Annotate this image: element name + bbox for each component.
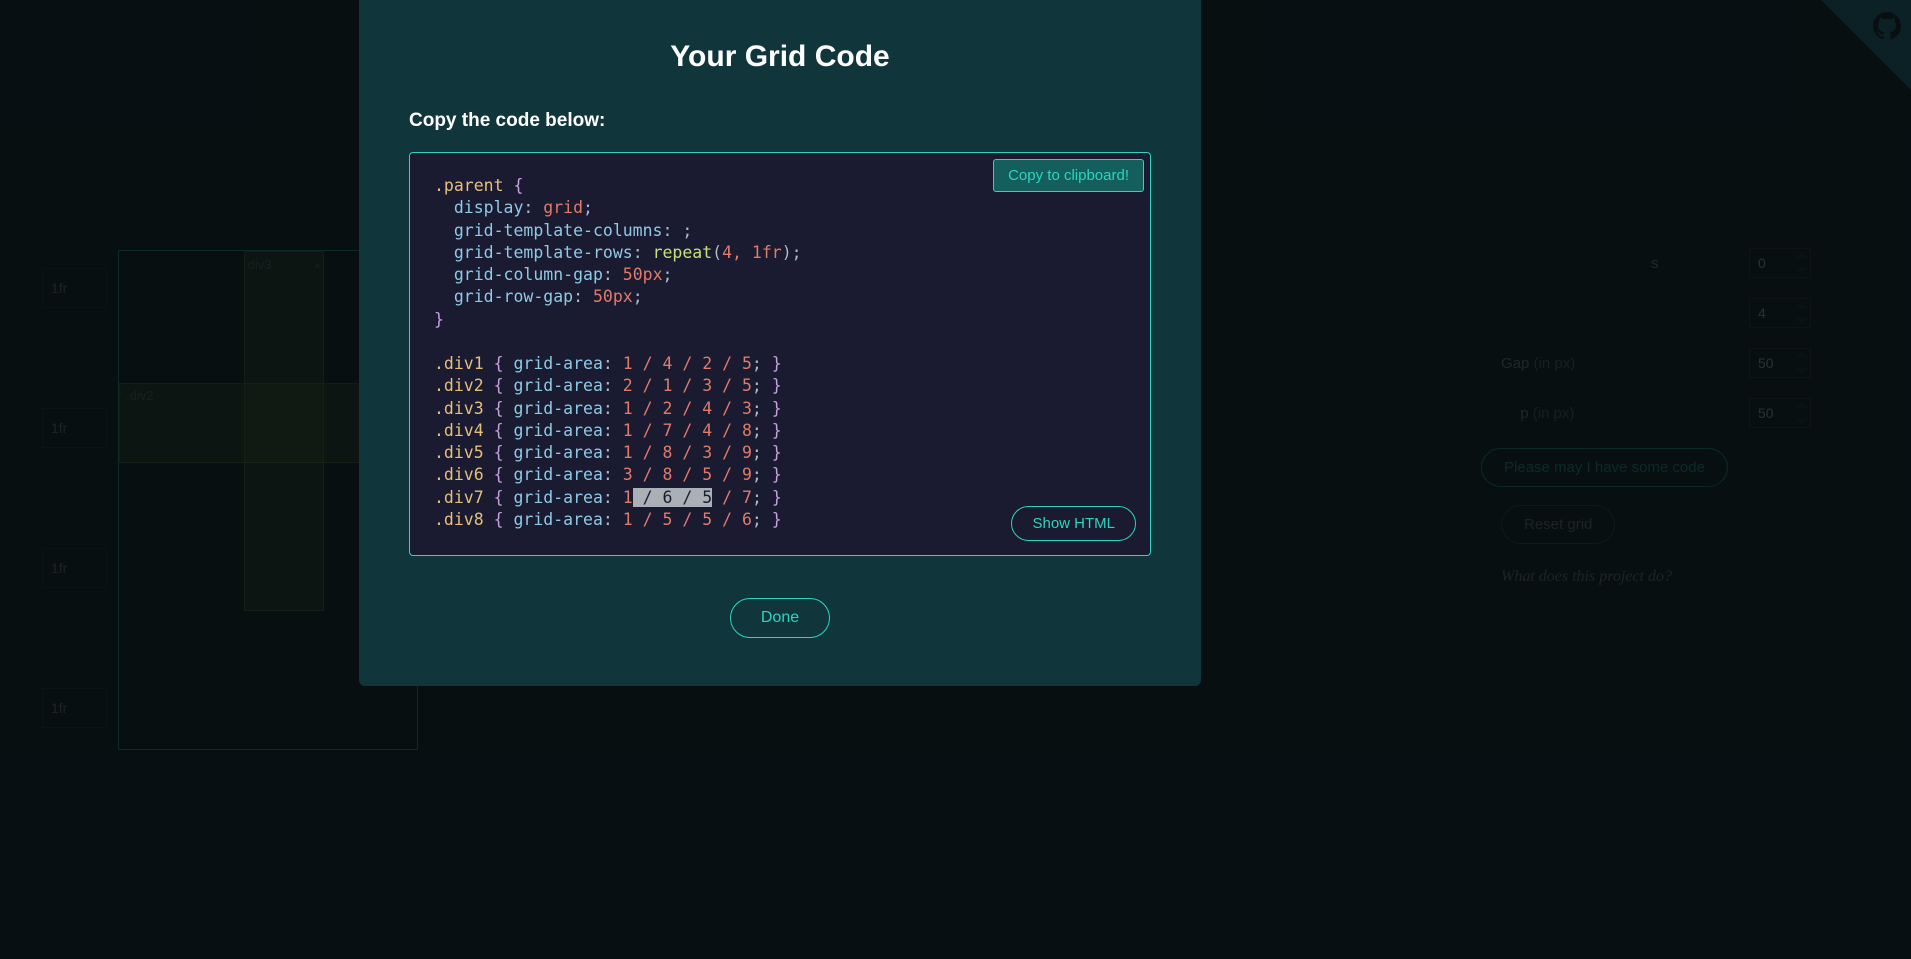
copy-button[interactable]: Copy to clipboard! [993, 159, 1144, 192]
code-block[interactable]: Copy to clipboard!.parent { display: gri… [409, 152, 1151, 556]
show-html-button[interactable]: Show HTML [1011, 506, 1136, 541]
modal-title: Your Grid Code [409, 40, 1151, 74]
code-modal: Your Grid Code Copy the code below: Copy… [359, 0, 1201, 686]
done-button[interactable]: Done [730, 598, 830, 638]
modal-subtitle: Copy the code below: [409, 110, 1151, 132]
